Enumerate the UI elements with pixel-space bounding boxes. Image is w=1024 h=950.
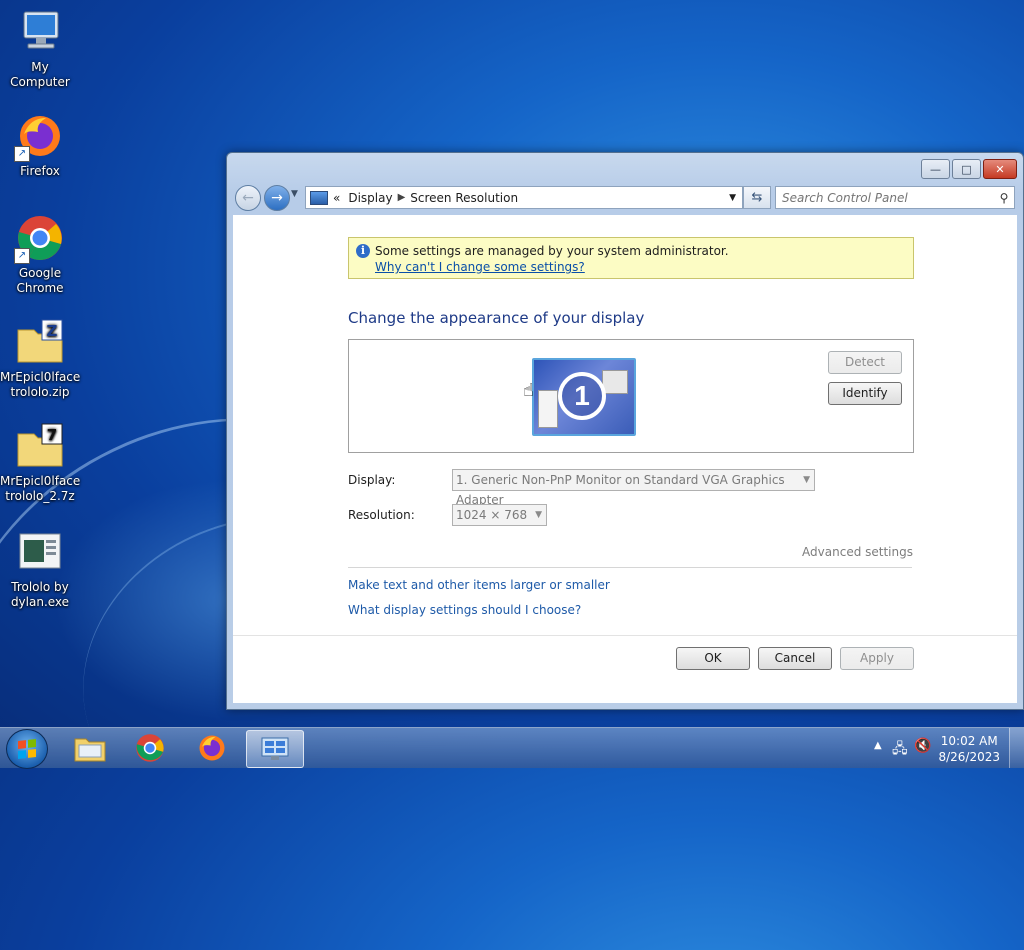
- recent-pages-dropdown[interactable]: ▼: [291, 189, 298, 199]
- desktop-icon-7z[interactable]: 7 MrEpicl0lface trololo_2.7z: [0, 422, 80, 504]
- admin-notice: i Some settings are managed by your syst…: [348, 237, 914, 279]
- breadcrumb-screen-resolution[interactable]: Screen Resolution: [410, 191, 518, 205]
- monitor-window-thumbnail: [602, 370, 628, 394]
- desktop-icon-exe[interactable]: Trololo by dylan.exe: [0, 528, 80, 610]
- back-button[interactable]: ←: [235, 185, 261, 211]
- shortcut-arrow-icon: ↗: [14, 146, 30, 162]
- refresh-button[interactable]: ⇆: [743, 186, 771, 209]
- taskbar-display-settings[interactable]: [246, 730, 304, 768]
- info-icon: i: [356, 244, 370, 258]
- zip-folder-icon: Z: [16, 318, 64, 366]
- desktop-icon-label: Trololo by dylan.exe: [10, 580, 70, 609]
- desktop-icon-label: Google Chrome: [16, 266, 64, 295]
- resolution-label: Resolution:: [348, 508, 415, 522]
- apply-button[interactable]: Apply: [840, 647, 914, 670]
- desktop-icon-label: Firefox: [20, 164, 60, 178]
- volume-muted-icon[interactable]: 🔇: [914, 738, 931, 754]
- minimize-button[interactable]: —: [921, 159, 950, 179]
- taskbar-firefox[interactable]: [184, 730, 240, 766]
- detect-button[interactable]: Detect: [828, 351, 902, 374]
- 7z-archive-icon: 7: [16, 422, 64, 470]
- display-select-value: 1. Generic Non-PnP Monitor on Standard V…: [456, 473, 785, 507]
- chrome-icon: ↗: [14, 214, 64, 264]
- taskbar-explorer[interactable]: [62, 730, 118, 766]
- desktop-icon-chrome[interactable]: ↗ Google Chrome: [0, 214, 80, 296]
- desktop-icon-my-computer[interactable]: My Computer: [0, 8, 80, 90]
- taskbar-chrome[interactable]: [122, 730, 178, 766]
- clock-date: 8/26/2023: [938, 750, 1000, 764]
- exe-icon: [16, 528, 64, 576]
- desktop-icon-label: MrEpicl0lface trololo.zip: [0, 370, 81, 399]
- chrome-icon: [136, 734, 164, 762]
- search-icon[interactable]: ⚲: [994, 191, 1014, 205]
- address-bar[interactable]: « Display ▶ Screen Resolution ▼: [305, 186, 743, 209]
- display-preview: 1 ☝ Detect Identify: [348, 339, 914, 453]
- desktop-icon-firefox[interactable]: ↗ Firefox: [0, 112, 80, 179]
- svg-text:Z: Z: [47, 322, 58, 340]
- monitor-1-thumbnail[interactable]: 1: [532, 358, 636, 436]
- taskbar: ▲ 🖧 🔇 10:02 AM 8/26/2023: [0, 727, 1024, 769]
- clock[interactable]: 10:02 AM 8/26/2023: [938, 733, 1000, 765]
- navigation-bar: ← → ▼ « Display ▶ Screen Resolution ▼ ⇆ …: [235, 183, 1015, 211]
- desktop-icon-label: MrEpicl0lface trololo_2.7z: [0, 474, 81, 503]
- refresh-icon: ⇆: [751, 190, 763, 205]
- forward-button[interactable]: →: [264, 185, 290, 211]
- content-pane: i Some settings are managed by your syst…: [233, 215, 1017, 703]
- windows-logo-icon: [18, 739, 36, 759]
- screen-resolution-window: — □ ✕ ← → ▼ « Display ▶ Screen Resolutio…: [226, 152, 1024, 710]
- chevron-down-icon: ▼: [803, 475, 810, 485]
- breadcrumb-separator-icon[interactable]: ▶: [398, 192, 406, 203]
- display-help-link[interactable]: What display settings should I choose?: [348, 603, 581, 617]
- start-button[interactable]: [6, 729, 48, 769]
- explorer-icon: [74, 738, 106, 762]
- resolution-select-value: 1024 × 768: [456, 508, 528, 522]
- breadcrumb-overflow[interactable]: «: [333, 191, 340, 205]
- desktop-icon-zip[interactable]: Z MrEpicl0lface trololo.zip: [0, 318, 80, 400]
- chevron-down-icon: ▼: [535, 510, 542, 520]
- monitor-document-thumbnail: [538, 390, 558, 428]
- firefox-icon: ↗: [14, 112, 64, 162]
- search-input[interactable]: [776, 189, 994, 206]
- display-label: Display:: [348, 473, 396, 487]
- ok-button[interactable]: OK: [676, 647, 750, 670]
- computer-icon: [16, 8, 64, 56]
- show-hidden-icons-icon[interactable]: ▲: [874, 740, 882, 751]
- cancel-button[interactable]: Cancel: [758, 647, 832, 670]
- shortcut-arrow-icon: ↗: [14, 248, 30, 264]
- admin-notice-text: Some settings are managed by your system…: [375, 244, 729, 258]
- firefox-icon: [199, 735, 225, 761]
- desktop-icon-label: My Computer: [10, 60, 70, 89]
- maximize-button[interactable]: □: [952, 159, 981, 179]
- search-box[interactable]: ⚲: [775, 186, 1015, 209]
- window-controls: — □ ✕: [919, 159, 1017, 179]
- close-button[interactable]: ✕: [983, 159, 1017, 179]
- clock-time: 10:02 AM: [940, 734, 998, 748]
- resolution-select[interactable]: 1024 × 768 ▼: [452, 504, 547, 526]
- monitor-number: 1: [558, 372, 606, 420]
- system-tray: ▲ 🖧 🔇 10:02 AM 8/26/2023: [864, 728, 1024, 768]
- forward-arrow-icon: →: [271, 190, 283, 206]
- identify-button[interactable]: Identify: [828, 382, 902, 405]
- display-settings-icon: [261, 737, 289, 760]
- advanced-settings-link[interactable]: Advanced settings: [802, 545, 913, 559]
- display-select[interactable]: 1. Generic Non-PnP Monitor on Standard V…: [452, 469, 815, 507]
- page-title: Change the appearance of your display: [348, 309, 645, 327]
- back-arrow-icon: ←: [242, 190, 254, 206]
- network-icon[interactable]: 🖧: [892, 738, 908, 762]
- hand-cursor-icon: ☝: [523, 380, 534, 401]
- svg-text:7: 7: [47, 426, 57, 444]
- divider: [233, 635, 1017, 636]
- admin-notice-link[interactable]: Why can't I change some settings?: [375, 260, 585, 274]
- control-panel-icon: [310, 190, 328, 205]
- breadcrumb-display[interactable]: Display: [348, 191, 392, 205]
- divider: [348, 567, 912, 568]
- show-desktop-button[interactable]: [1009, 728, 1024, 768]
- text-size-link[interactable]: Make text and other items larger or smal…: [348, 578, 610, 592]
- address-dropdown-icon[interactable]: ▼: [729, 193, 736, 203]
